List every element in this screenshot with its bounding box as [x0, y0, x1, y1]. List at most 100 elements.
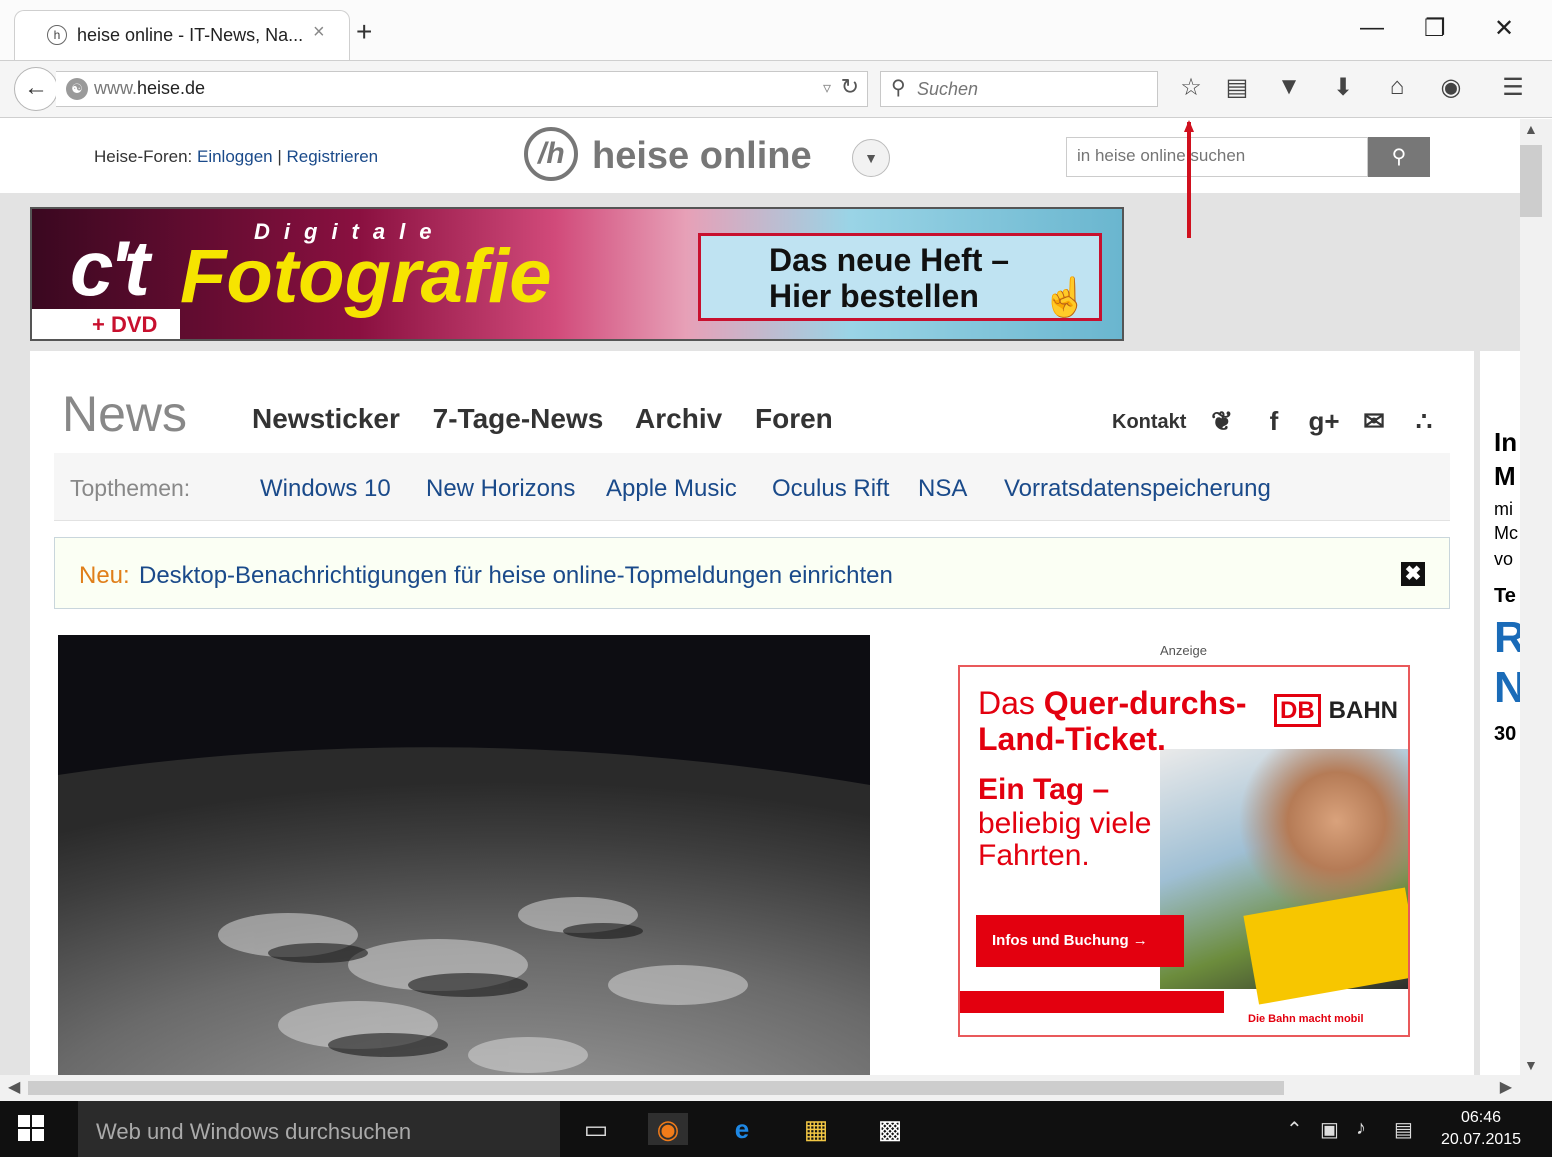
ad-info-button[interactable]: Infos und Buchung →	[976, 915, 1184, 967]
clock-time: 06:46	[1460, 1109, 1502, 1126]
order-cta[interactable]: Das neue Heft – Hier bestellen ☝	[698, 233, 1102, 321]
chat-icon[interactable]: ◉	[1434, 73, 1468, 102]
clock-date: 20.07.2015	[1440, 1131, 1522, 1148]
facebook-icon[interactable]: f	[1256, 403, 1292, 439]
topthemen-label: Topthemen:	[70, 475, 191, 501]
nav-7-tage-news[interactable]: 7-Tage-News	[433, 403, 604, 434]
register-link[interactable]: Registrieren	[286, 147, 378, 166]
dvd-badge: + DVD	[32, 309, 180, 339]
horizontal-scrollbar[interactable]: ◀ ▶	[0, 1075, 1552, 1101]
pluto-surface-image[interactable]	[58, 635, 870, 1075]
twitter-icon[interactable]: ❦	[1204, 403, 1240, 439]
kontakt-link[interactable]: Kontakt	[1112, 411, 1186, 434]
scroll-down-icon[interactable]: ▼	[1524, 1057, 1538, 1073]
tab-close-icon[interactable]: ×	[313, 21, 325, 44]
nav-foren[interactable]: Foren	[755, 403, 833, 434]
history-dropdown-icon[interactable]: ▿	[823, 78, 831, 98]
google-plus-icon[interactable]: g+	[1306, 403, 1342, 439]
ct-logo: c't	[70, 224, 150, 312]
star-icon[interactable]: ☆	[1174, 73, 1208, 102]
hero-image-graphic	[58, 635, 870, 1075]
network-icon[interactable]: ▣	[1320, 1117, 1339, 1142]
ad-headline: Das Quer-durchs-	[978, 685, 1247, 721]
heise-favicon-icon: h	[47, 25, 67, 45]
topic-link[interactable]: Apple Music	[606, 475, 737, 503]
site-search-box[interactable]	[1066, 137, 1368, 177]
ad-headline-2: Land-Ticket.	[978, 721, 1166, 757]
reading-list-icon[interactable]: ▤	[1220, 73, 1254, 102]
pocket-icon[interactable]: ▼	[1272, 73, 1306, 101]
ad-subline: Ein Tag –	[978, 773, 1110, 806]
taskbar-search-box[interactable]: Web und Windows durchsuchen	[78, 1101, 560, 1157]
chevron-down-icon[interactable]: ▼	[852, 139, 890, 177]
topic-link[interactable]: Windows 10	[260, 475, 391, 503]
windows-taskbar: Web und Windows durchsuchen ▭ ◉ e ▦ ▩ ⌃ …	[0, 1101, 1552, 1157]
forum-label: Heise-Foren:	[94, 147, 197, 166]
horizontal-scroll-thumb[interactable]	[28, 1081, 1284, 1095]
minimize-button[interactable]: —	[1360, 14, 1384, 42]
main-content: News Newsticker 7-Tage-News Archiv Foren…	[30, 351, 1474, 1075]
site-search-input[interactable]	[1067, 138, 1357, 174]
topic-link[interactable]: Vorratsdatenspeicherung	[1004, 475, 1271, 503]
logo-text: heise online	[592, 135, 812, 177]
taskbar-search-text: Web und Windows durchsuchen	[96, 1119, 412, 1144]
nav-newsticker[interactable]: Newsticker	[252, 403, 400, 434]
ad-label: Anzeige	[1160, 643, 1207, 658]
volume-icon[interactable]: ♪	[1356, 1117, 1366, 1140]
file-explorer-icon[interactable]: ▦	[796, 1113, 836, 1145]
back-arrow-icon[interactable]: ←	[14, 67, 58, 111]
site-search-button[interactable]: ⚲	[1368, 137, 1430, 177]
notification-setup-link[interactable]: Desktop-Benachrichtigungen für heise onl…	[139, 562, 893, 590]
store-icon[interactable]: ▩	[870, 1113, 910, 1145]
search-icon: ⚲	[1391, 146, 1407, 168]
tab-title: heise online - IT-News, Na...	[77, 25, 304, 45]
close-window-button[interactable]: ✕	[1494, 14, 1514, 43]
system-clock[interactable]: 06:46 20.07.2015	[1436, 1107, 1526, 1151]
vertical-scrollbar[interactable]: ▲ ▼	[1520, 119, 1552, 1075]
ad-subline-2: beliebig viele	[978, 807, 1152, 840]
separator: |	[272, 147, 287, 166]
task-view-icon[interactable]: ▭	[576, 1113, 616, 1145]
topic-link[interactable]: NSA	[918, 475, 967, 503]
topic-link[interactable]: New Horizons	[426, 475, 575, 503]
maximize-button[interactable]: ❐	[1424, 14, 1446, 43]
page-viewport: Heise-Foren: Einloggen | Registrieren /h…	[0, 119, 1520, 1075]
scroll-up-icon[interactable]: ▲	[1524, 121, 1538, 137]
vertical-scroll-thumb[interactable]	[1520, 145, 1542, 217]
browser-tab[interactable]: h heise online - IT-News, Na... ×	[14, 10, 350, 60]
close-icon[interactable]: ✖	[1401, 562, 1425, 586]
db-bahn-ad[interactable]: Das Quer-durchs- Land-Ticket. Ein Tag – …	[958, 665, 1410, 1037]
home-icon[interactable]: ⌂	[1380, 73, 1414, 101]
rss-icon[interactable]: ∴	[1406, 403, 1442, 439]
scroll-left-icon[interactable]: ◀	[8, 1077, 20, 1097]
menu-icon[interactable]: ☰	[1496, 73, 1530, 102]
heise-logo-mark-icon: /h	[524, 127, 578, 181]
login-link[interactable]: Einloggen	[197, 147, 273, 166]
topic-link[interactable]: Oculus Rift	[772, 475, 889, 503]
url-bar[interactable]: ☯ www.heise.de ▿ ↻	[56, 71, 868, 107]
nav-archiv[interactable]: Archiv	[635, 403, 722, 434]
edge-icon[interactable]: e	[722, 1113, 762, 1145]
windows-start-icon[interactable]	[18, 1115, 46, 1143]
ad-subline-3: Fahrten.	[978, 839, 1090, 872]
digitale-label: Digitale	[254, 219, 446, 244]
ad-slogan: Die Bahn macht mobil	[1248, 1013, 1364, 1025]
notifications-icon[interactable]: ▤	[1394, 1117, 1413, 1142]
db-logo: DB BAHN	[1274, 694, 1398, 727]
cta-line-1: Das neue Heft –	[769, 242, 1010, 278]
browser-nav-bar: ← ☯ www.heise.de ▿ ↻ ⚲ ☆ ▤ ▼ ⬇ ⌂ ◉ ☰	[0, 60, 1552, 118]
site-header: Heise-Foren: Einloggen | Registrieren /h…	[0, 119, 1520, 193]
browser-search-input[interactable]	[917, 76, 1147, 102]
new-tab-button[interactable]: +	[356, 16, 372, 48]
scroll-right-icon[interactable]: ▶	[1500, 1077, 1512, 1097]
firefox-icon[interactable]: ◉	[648, 1113, 688, 1145]
download-icon[interactable]: ⬇	[1326, 73, 1360, 102]
main-nav: Newsticker 7-Tage-News Archiv Foren	[252, 403, 858, 435]
reload-icon[interactable]: ↻	[841, 74, 859, 100]
chevron-up-icon[interactable]: ⌃	[1286, 1117, 1303, 1142]
browser-tab-bar: h heise online - IT-News, Na... × + — ❐ …	[0, 0, 1552, 60]
ct-fotografie-banner-ad[interactable]: c't Fotografie Digitale + DVD Das neue H…	[30, 207, 1124, 341]
browser-search-box[interactable]: ⚲	[880, 71, 1158, 107]
search-icon: ⚲	[891, 77, 906, 99]
mail-icon[interactable]: ✉	[1356, 403, 1392, 439]
